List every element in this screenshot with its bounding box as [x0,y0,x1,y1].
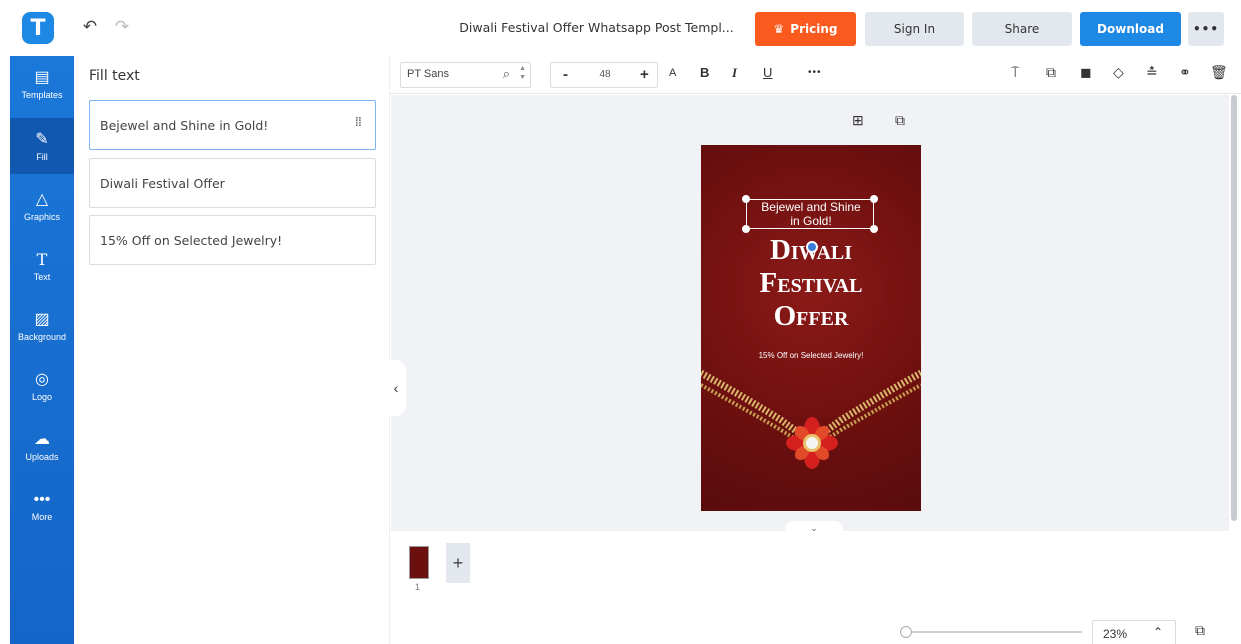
redo-icon[interactable]: ↷ [112,16,132,38]
spinner-icon[interactable]: ▲ ▼ [519,64,526,82]
expand-pages-tab[interactable]: ⌄ [785,521,843,533]
sidebar-item-more[interactable]: ••• More [10,478,74,534]
editor-app: T ↶ ↷ Diwali Festival Offer Whatsapp Pos… [0,0,1241,644]
sidebar-item-fill[interactable]: ✎ Fill [10,118,74,174]
sidebar-item-label: Logo [31,391,53,402]
sidebar-item-label: Fill [36,151,48,162]
text-case-icon[interactable]: A [669,67,676,79]
increase-size-button[interactable]: + [640,66,649,83]
copy-page-icon[interactable]: ⧉ [895,112,905,129]
resize-handle[interactable] [870,195,878,203]
cloud-upload-icon: ☁ [34,430,50,448]
pricing-button[interactable]: ♛ Pricing [755,12,856,46]
chevron-left-icon: ‹ [393,380,399,396]
zoom-slider-track[interactable] [902,631,1082,633]
panel-title: Fill text [89,68,140,84]
templates-icon: ▤ [34,68,50,86]
opacity-icon[interactable]: ◇ [1113,64,1124,81]
sidebar-item-uploads[interactable]: ☁ Uploads [10,418,74,474]
sidebar-item-label: More [31,511,53,522]
poster-offer[interactable]: 15% Off on Selected Jewelry! [701,351,921,360]
shapes-icon: △ [35,190,49,208]
download-button[interactable]: Download [1080,12,1181,46]
poster-title-line: Festival [759,267,863,299]
sidebar-item-label: Graphics [23,211,60,222]
page-number: 1 [415,582,421,592]
text-field[interactable]: Bejewel and Shine in Gold! ⁞⁞ [89,100,376,150]
pages-view-icon[interactable]: ⧉ [1195,622,1215,642]
fill-text-panel: Fill text Bejewel and Shine in Gold! ⁞⁞ … [74,56,390,644]
font-size-stepper[interactable]: - 48 + [550,62,658,88]
rotate-handle-icon[interactable] [806,241,818,253]
crown-icon: ♛ [773,22,785,36]
search-icon: ⌕ [502,66,510,81]
text-field[interactable]: 15% Off on Selected Jewelry! [89,215,376,265]
sidebar-item-label: Uploads [25,451,59,462]
chevron-up-icon: ⌃ [1153,625,1164,639]
sidebar-item-background[interactable]: ▨ Background [10,298,74,354]
trash-icon[interactable]: 🗑 [1210,64,1228,81]
sidebar-rail: ▤ Templates ✎ Fill △ Graphics T Text ▨ B… [10,56,74,644]
paint-format-icon[interactable]: ⍑ [1011,64,1019,81]
sidebar-item-templates[interactable]: ▤ Templates [10,56,74,112]
italic-icon[interactable]: I [732,65,737,81]
drag-handle-icon[interactable]: ⁞⁞ [355,115,362,130]
text-toolbar: PT Sans ⌕ ▲ ▼ - 48 + A B I U ••• ⍑ ⧉ ◼ ◇ … [390,56,1241,94]
add-page-button[interactable]: + [446,543,470,583]
font-size-value[interactable]: 48 [591,69,619,80]
add-page-icon[interactable]: ⊞ [852,112,864,129]
resize-handle[interactable] [742,195,750,203]
selection-box[interactable] [742,195,878,233]
font-family-value: PT Sans [407,68,449,80]
text-field-value: Diwali Festival Offer [100,176,225,191]
collapse-panel-button[interactable]: ‹ [386,360,406,416]
background-icon: ▨ [34,310,50,328]
text-icon: T [36,249,48,269]
link-icon[interactable]: ⚭ [1179,64,1191,81]
resize-handle[interactable] [870,225,878,233]
sidebar-item-label: Templates [21,89,63,100]
sign-in-button[interactable]: Sign In [865,12,964,46]
design-poster[interactable]: Bejewel and Shine in Gold! Diwali Festiv… [701,145,921,511]
text-field[interactable]: Diwali Festival Offer [89,158,376,208]
page-thumbnail[interactable] [409,546,429,579]
sidebar-item-label: Background [17,331,67,342]
pricing-label: Pricing [790,22,838,36]
necklace-graphic[interactable] [701,365,921,505]
zoom-value: 23% [1103,627,1128,641]
logo-icon: ◎ [35,370,49,388]
bold-icon[interactable]: B [700,65,709,80]
more-options-button[interactable]: ••• [1188,12,1224,46]
workspace-scrollbar[interactable] [1231,95,1237,521]
sidebar-item-text[interactable]: T Text [10,238,74,294]
align-icon[interactable]: ≛ [1146,64,1158,81]
layer-icon[interactable]: ◼ [1080,64,1092,81]
decrease-size-button[interactable]: - [563,66,568,83]
zoom-slider-handle[interactable] [900,626,912,638]
text-field-value: 15% Off on Selected Jewelry! [100,233,283,248]
document-title[interactable]: Diwali Festival Offer Whatsapp Post Temp… [454,20,739,35]
more-icon: ••• [33,490,51,508]
underline-icon[interactable]: U [763,65,772,80]
top-bar: T ↶ ↷ Diwali Festival Offer Whatsapp Pos… [0,0,1241,56]
plus-icon: + [452,552,464,573]
app-logo[interactable]: T [22,12,54,44]
zoom-select[interactable]: 23% ⌃ [1092,620,1176,644]
undo-icon[interactable]: ↶ [80,16,100,38]
more-text-options-icon[interactable]: ••• [808,67,822,78]
duplicate-icon[interactable]: ⧉ [1046,64,1056,81]
sidebar-item-logo[interactable]: ◎ Logo [10,358,74,414]
sidebar-item-label: Text [33,271,51,282]
chevron-down-icon: ⌄ [810,523,818,533]
pencil-icon: ✎ [35,130,49,148]
poster-title-line: Offer [773,300,849,332]
share-button[interactable]: Share [972,12,1072,46]
text-field-value: Bejewel and Shine in Gold! [100,118,269,133]
sidebar-item-graphics[interactable]: △ Graphics [10,178,74,234]
font-family-select[interactable]: PT Sans ⌕ ▲ ▼ [400,62,531,88]
resize-handle[interactable] [742,225,750,233]
